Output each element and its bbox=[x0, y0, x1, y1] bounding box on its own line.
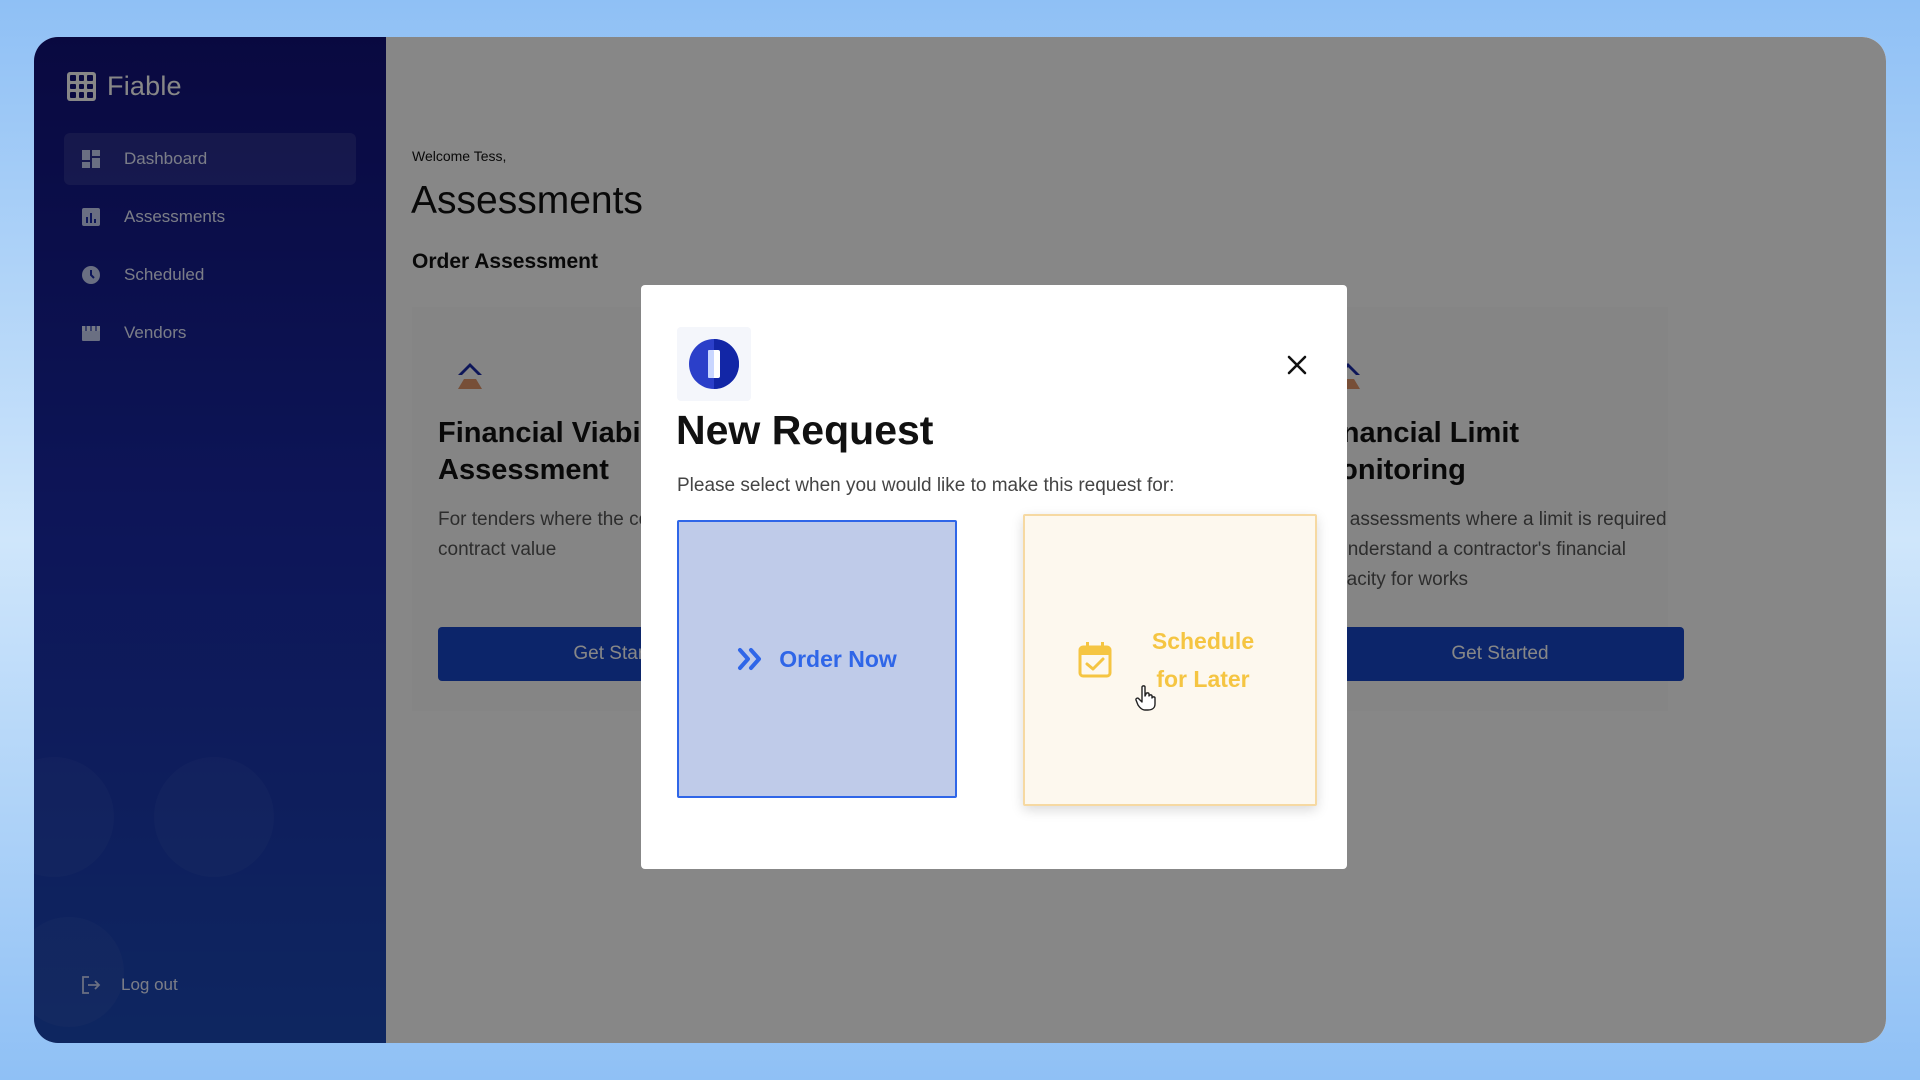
order-now-option[interactable]: Order Now bbox=[677, 520, 957, 798]
close-button[interactable] bbox=[1283, 351, 1311, 379]
close-icon bbox=[1287, 355, 1307, 375]
schedule-later-line2: for Later bbox=[1156, 666, 1250, 692]
app-window: Fiable Dashboard Assessments Scheduled V… bbox=[34, 37, 1886, 1043]
schedule-later-option[interactable]: Schedule for Later bbox=[1023, 514, 1317, 806]
new-request-modal: New Request Please select when you would… bbox=[641, 285, 1347, 869]
schedule-later-line1: Schedule bbox=[1151, 628, 1255, 654]
modal-title: New Request bbox=[676, 407, 934, 453]
request-logo-icon bbox=[689, 339, 739, 389]
modal-subtitle: Please select when you would like to mak… bbox=[677, 475, 1175, 496]
schedule-later-label: Schedule for Later bbox=[1143, 622, 1263, 698]
hand-cursor-icon bbox=[1135, 685, 1156, 711]
calendar-check-icon bbox=[1078, 642, 1112, 678]
double-chevron-right-icon bbox=[738, 648, 762, 670]
order-now-label: Order Now bbox=[779, 645, 897, 672]
modal-logo bbox=[677, 327, 751, 401]
